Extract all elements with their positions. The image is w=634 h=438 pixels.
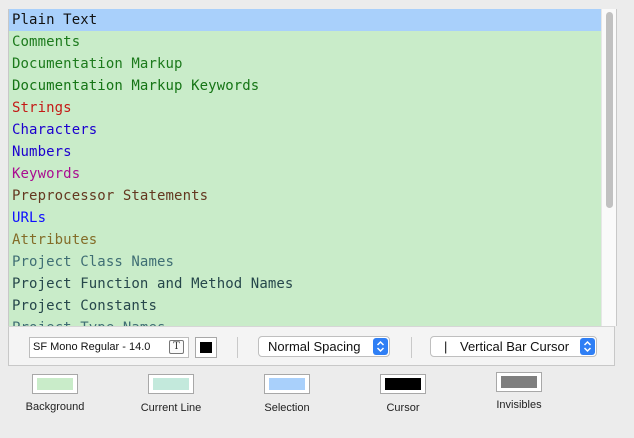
syntax-item-row[interactable]: Project Type Names	[9, 317, 601, 326]
selection-color-group: Selection	[242, 374, 332, 414]
font-picker-button[interactable]: T	[169, 340, 184, 354]
popup-arrows-icon	[580, 338, 595, 355]
syntax-item-row[interactable]: Project Constants	[9, 295, 601, 317]
invisibles-color-well[interactable]	[496, 372, 542, 392]
text-color-well[interactable]	[195, 337, 217, 358]
font-toolbar: SF Mono Regular - 14.0 T Normal Spacing …	[8, 326, 615, 366]
popup-arrows-icon	[373, 338, 388, 355]
cursor-bar-icon: |	[444, 339, 448, 354]
vertical-scrollbar[interactable]	[601, 9, 616, 326]
syntax-item-row[interactable]: Comments	[9, 31, 601, 53]
syntax-item-row[interactable]: Numbers	[9, 141, 601, 163]
background-label: Background	[25, 401, 85, 413]
invisibles-color-group: Invisibles	[474, 372, 564, 411]
syntax-category-list[interactable]: Plain Text Comments Documentation Markup Do…	[9, 9, 601, 326]
syntax-item-row[interactable]: Preprocessor Statements	[9, 185, 601, 207]
invisibles-swatch	[501, 376, 537, 388]
text-color-swatch	[200, 342, 212, 353]
font-t-icon: T	[173, 341, 180, 352]
syntax-item-row[interactable]: Attributes	[9, 229, 601, 251]
syntax-item-row[interactable]: Documentation Markup	[9, 53, 601, 75]
syntax-item-row[interactable]: Strings	[9, 97, 601, 119]
current-line-color-well[interactable]	[148, 374, 194, 394]
cursor-label: Cursor	[386, 402, 420, 414]
color-wells-row: Background Current Line Selection Cursor…	[0, 366, 634, 438]
syntax-item-row[interactable]: URLs	[9, 207, 601, 229]
cursor-style-popup[interactable]: | Vertical Bar Cursor	[430, 336, 597, 357]
selection-label: Selection	[264, 402, 310, 414]
current-line-color-group: Current Line	[126, 374, 216, 414]
syntax-item-row[interactable]: Characters	[9, 119, 601, 141]
font-field-value: SF Mono Regular - 14.0	[33, 341, 151, 353]
syntax-item-row[interactable]: Plain Text	[9, 9, 601, 31]
invisibles-label: Invisibles	[496, 399, 542, 411]
background-color-well[interactable]	[32, 374, 78, 394]
background-color-group: Background	[10, 374, 100, 413]
cursor-color-group: Cursor	[358, 374, 448, 414]
toolbar-divider	[411, 337, 412, 358]
syntax-item-row[interactable]: Project Class Names	[9, 251, 601, 273]
cursor-popup-value: Vertical Bar Cursor	[460, 339, 570, 354]
cursor-swatch	[385, 378, 421, 390]
selection-color-well[interactable]	[264, 374, 310, 394]
syntax-editor-panel: Plain Text Comments Documentation Markup Do…	[8, 9, 617, 326]
current-line-label: Current Line	[140, 402, 202, 414]
syntax-item-row[interactable]: Project Function and Method Names	[9, 273, 601, 295]
spacing-popup-value: Normal Spacing	[268, 339, 361, 354]
background-swatch	[37, 378, 73, 390]
font-field[interactable]: SF Mono Regular - 14.0 T	[29, 337, 189, 358]
selection-swatch	[269, 378, 305, 390]
syntax-item-row[interactable]: Documentation Markup Keywords	[9, 75, 601, 97]
syntax-item-row[interactable]: Keywords	[9, 163, 601, 185]
toolbar-divider	[237, 337, 238, 358]
scrollbar-thumb[interactable]	[606, 12, 613, 208]
current-line-swatch	[153, 378, 189, 390]
spacing-popup[interactable]: Normal Spacing	[258, 336, 390, 357]
cursor-color-well[interactable]	[380, 374, 426, 394]
